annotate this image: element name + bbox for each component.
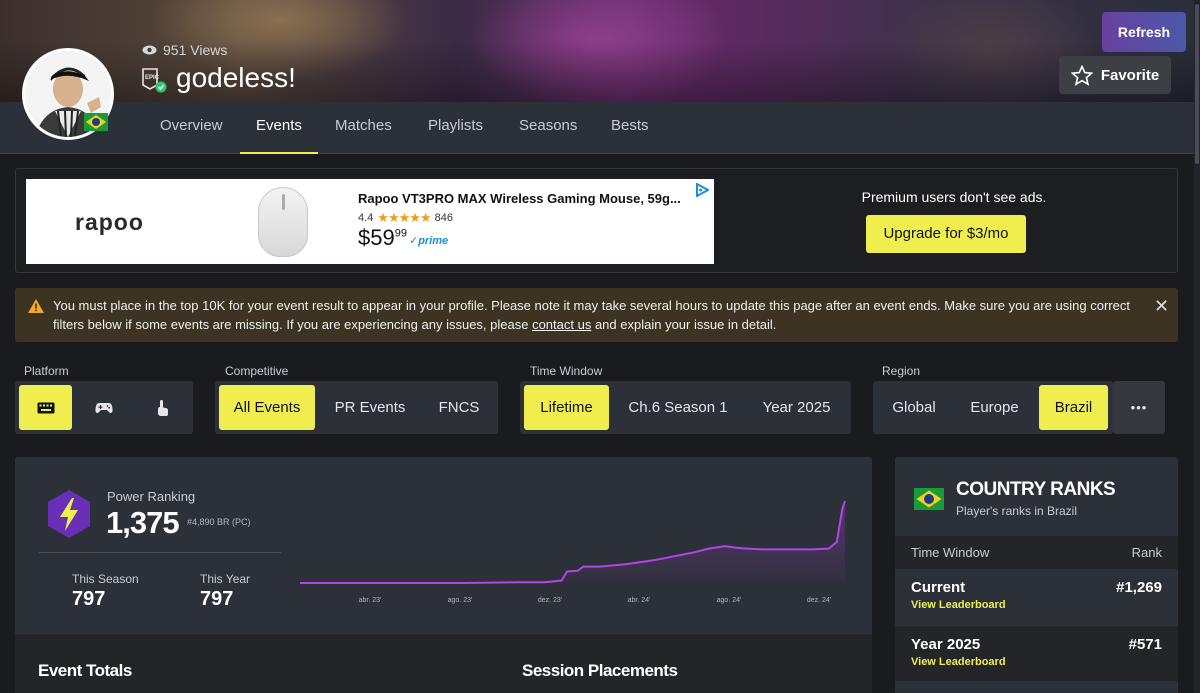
ad-brand: rapoo (75, 209, 144, 235)
competitive-fncs[interactable]: FNCS (425, 385, 493, 430)
warning-icon (28, 299, 44, 313)
rating-stars-icon: ★★★★★ (377, 210, 431, 225)
profile-nav: Overview Events Matches Playlists Season… (0, 102, 1200, 154)
scrollbar[interactable] (1194, 0, 1200, 693)
ad-product-image (258, 187, 308, 257)
touch-icon (157, 400, 168, 416)
keyboard-icon (37, 402, 54, 414)
adchoices-icon[interactable] (695, 183, 709, 197)
country-ranks-title: COUNTRY RANKS (956, 479, 1116, 500)
region-filter: Global Europe Brazil (873, 381, 1113, 434)
ranks-table-header: Time Window Rank (895, 536, 1178, 569)
time-lifetime[interactable]: Lifetime (524, 385, 609, 430)
time-window-label: Time Window (530, 364, 603, 378)
stats-sections: Event Totals Session Placements (15, 634, 872, 693)
favorite-button[interactable]: Favorite (1059, 56, 1171, 94)
power-ranking-panel: Power Ranking 1,375 #4,890 BR (PC) This … (15, 457, 872, 693)
this-season-value: 797 (72, 588, 106, 610)
x-tick-label: abr. 23' (359, 597, 382, 604)
region-brazil[interactable]: Brazil (1039, 385, 1108, 430)
username: godeless! (176, 62, 296, 93)
tab-matches[interactable]: Matches (319, 102, 408, 154)
competitive-all-events[interactable]: All Events (219, 385, 315, 430)
session-placements-title: Session Placements (522, 661, 678, 680)
platform-label: Platform (24, 364, 69, 378)
time-window-filter: Lifetime Ch.6 Season 1 Year 2025 (520, 381, 851, 434)
competitive-label: Competitive (225, 364, 289, 378)
tab-overview[interactable]: Overview (144, 102, 239, 154)
star-icon (1070, 64, 1093, 86)
ad-product-title[interactable]: Rapoo VT3PRO MAX Wireless Gaming Mouse, … (358, 191, 681, 206)
refresh-button[interactable]: Refresh (1102, 12, 1186, 52)
platform-touch-button[interactable] (135, 385, 188, 430)
more-icon: ••• (1130, 400, 1148, 415)
time-year-2025[interactable]: Year 2025 (746, 385, 847, 430)
tab-events[interactable]: Events (240, 102, 318, 154)
eye-icon (142, 45, 157, 55)
tab-bests[interactable]: Bests (595, 102, 665, 154)
region-global[interactable]: Global (877, 385, 951, 430)
row-rank: #571 (1128, 636, 1162, 653)
upgrade-button[interactable]: Upgrade for $3/mo (866, 215, 1026, 253)
row-rank: #1,269 (1116, 579, 1162, 596)
this-year-value: 797 (200, 588, 234, 610)
power-ranking-label: Power Ranking (107, 489, 196, 504)
platform-filter (15, 381, 193, 434)
scrollbar-thumb[interactable] (1195, 4, 1199, 164)
col-time-window: Time Window (911, 545, 990, 560)
divider (39, 552, 281, 553)
competitive-pr-events[interactable]: PR Events (321, 385, 419, 430)
x-tick-label: dez. 23' (538, 597, 562, 604)
x-tick-label: ago. 23' (448, 597, 473, 604)
ad-container: rapoo Rapoo VT3PRO MAX Wireless Gaming M… (15, 168, 1178, 273)
view-count: 951 Views (142, 42, 227, 58)
close-icon[interactable]: ✕ (1154, 296, 1169, 317)
country-ranks-panel: COUNTRY RANKS Player's ranks in Brazil T… (895, 457, 1178, 693)
svg-text:EPIC: EPIC (145, 75, 160, 81)
brazil-flag-icon (84, 113, 108, 131)
x-tick-label: dez. 24' (807, 597, 831, 604)
event-totals-title: Event Totals (38, 661, 132, 680)
tab-seasons[interactable]: Seasons (503, 102, 593, 154)
table-row: Current View Leaderboard #1,269 (895, 569, 1178, 624)
epic-games-icon: EPIC (142, 68, 167, 93)
time-ch6-season1[interactable]: Ch.6 Season 1 (616, 385, 740, 430)
ad-price: $5999 (358, 225, 407, 250)
platform-keyboard-button[interactable] (19, 385, 72, 430)
lightning-icon (48, 490, 90, 538)
x-tick-label: abr. 24' (628, 597, 651, 604)
premium-notice: Premium users don't see ads. (861, 189, 1047, 205)
row-name: Current (911, 579, 966, 596)
region-label: Region (882, 364, 921, 378)
ad-banner[interactable]: rapoo Rapoo VT3PRO MAX Wireless Gaming M… (26, 179, 714, 264)
platform-gamepad-button[interactable] (77, 385, 130, 430)
prime-logo: ✓prime (409, 235, 449, 247)
power-ranking-chart: abr. 23' ago. 23' dez. 23' abr. 24' ago. 24'… (300, 500, 846, 604)
x-tick-label: ago. 24' (717, 597, 742, 604)
power-ranking-sub: #4,890 BR (PC) (187, 517, 251, 527)
brazil-flag-icon (914, 488, 944, 510)
contact-us-link[interactable]: contact us (532, 317, 591, 332)
warning-banner: You must place in the top 10K for your e… (15, 288, 1178, 342)
col-rank: Rank (1131, 545, 1162, 560)
warning-text: You must place in the top 10K for your e… (53, 298, 1130, 332)
tab-playlists[interactable]: Playlists (412, 102, 499, 154)
row-name: Year 2025 (911, 636, 981, 653)
competitive-filter: All Events PR Events FNCS (215, 381, 498, 434)
ad-rating: 4.4 ★★★★★ 846 (358, 210, 453, 225)
this-season-label: This Season (72, 572, 139, 586)
view-leaderboard-link[interactable]: View Leaderboard (911, 599, 1006, 611)
region-more-button[interactable]: ••• (1113, 381, 1165, 434)
region-europe[interactable]: Europe (957, 385, 1032, 430)
this-year-label: This Year (200, 572, 251, 586)
table-row: Year 2025 View Leaderboard #571 (895, 626, 1178, 681)
power-ranking-value: 1,375 (106, 505, 180, 540)
view-leaderboard-link[interactable]: View Leaderboard (911, 656, 1006, 668)
gamepad-icon (94, 403, 113, 414)
country-ranks-subtitle: Player's ranks in Brazil (956, 504, 1077, 518)
